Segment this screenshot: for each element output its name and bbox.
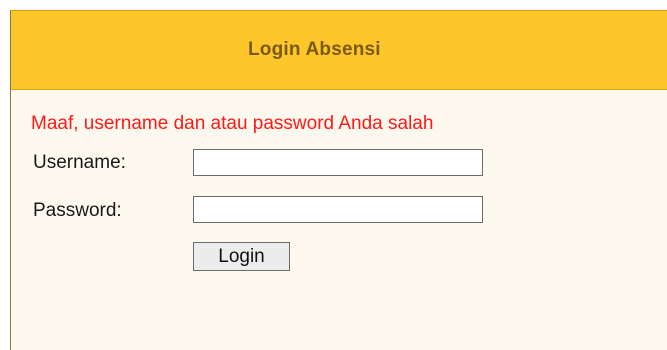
password-label: Password: <box>33 200 122 221</box>
page-title: Login Absensi <box>248 39 381 60</box>
error-message: Maaf, username dan atau password Anda sa… <box>31 113 434 134</box>
login-button[interactable]: Login <box>193 242 290 271</box>
login-panel: Login Absensi Maaf, username dan atau pa… <box>10 10 667 350</box>
password-field[interactable] <box>193 196 483 223</box>
username-field[interactable] <box>193 149 483 176</box>
panel-header: Login Absensi <box>11 11 667 90</box>
username-label: Username: <box>33 152 126 173</box>
